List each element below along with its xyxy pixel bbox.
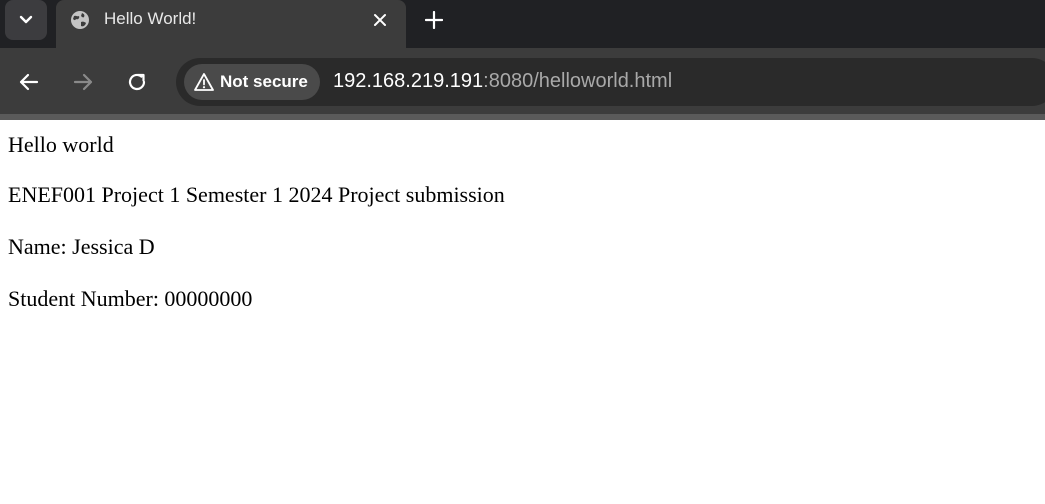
page-content: Hello world ENEF001 Project 1 Semester 1… <box>0 120 1045 504</box>
globe-icon <box>71 11 89 29</box>
tab-active[interactable]: Hello World! <box>56 0 406 48</box>
browser-chrome: Hello World! Not secure 192.168.219.191:… <box>0 0 1045 120</box>
security-label: Not secure <box>220 72 308 91</box>
close-icon <box>374 14 386 26</box>
url-path: :8080/helloworld.html <box>483 70 673 92</box>
address-bar[interactable]: Not secure 192.168.219.191:8080/hellowor… <box>176 58 1045 106</box>
security-indicator[interactable]: Not secure <box>184 64 320 100</box>
student-number: Student Number: 00000000 <box>8 286 253 311</box>
tab-title: Hello World! <box>104 9 197 28</box>
url-host: 192.168.219.191 <box>333 70 484 92</box>
arrow-right-icon <box>73 73 93 91</box>
reload-button[interactable] <box>121 66 153 98</box>
tab-strip: Hello World! <box>0 0 1045 48</box>
back-button[interactable] <box>13 66 45 98</box>
tab-search-button[interactable] <box>5 0 47 40</box>
student-name: Name: Jessica D <box>8 234 155 259</box>
warning-icon <box>194 72 214 92</box>
reload-icon <box>128 73 146 91</box>
plus-icon <box>425 11 443 29</box>
forward-button[interactable] <box>67 66 99 98</box>
tab-close-button[interactable] <box>368 8 392 32</box>
project-title: ENEF001 Project 1 Semester 1 2024 Projec… <box>8 182 505 207</box>
arrow-left-icon <box>19 73 39 91</box>
new-tab-button[interactable] <box>418 4 450 36</box>
url-text[interactable]: 192.168.219.191:8080/helloworld.html <box>333 70 672 93</box>
greeting-text: Hello world <box>8 132 114 157</box>
chevron-down-icon <box>19 15 33 24</box>
toolbar: Not secure 192.168.219.191:8080/hellowor… <box>0 48 1045 120</box>
